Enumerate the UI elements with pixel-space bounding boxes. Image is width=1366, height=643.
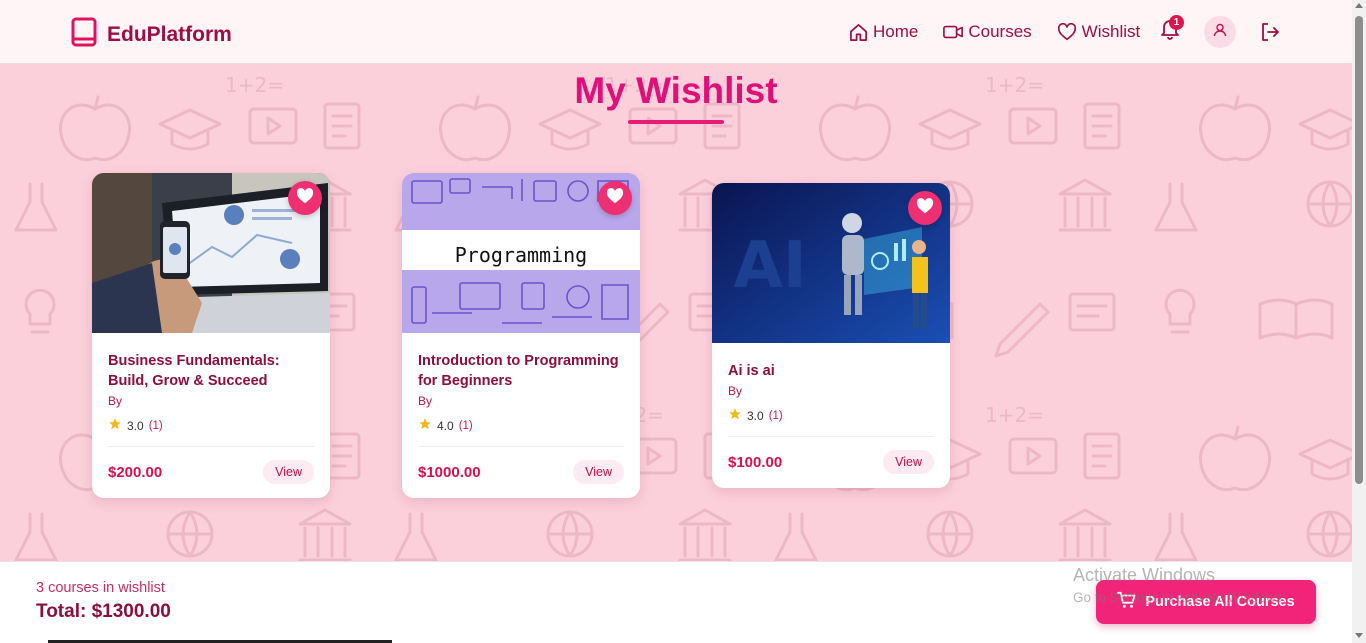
course-card-body: Ai is ai By 3.0 (1) $100.00 View: [712, 343, 950, 487]
brand-title: EduPlatform: [107, 22, 232, 46]
view-course-button[interactable]: View: [263, 460, 314, 484]
course-thumbnail-programming: Programming: [402, 173, 640, 333]
rating-value: 3.0: [127, 418, 144, 433]
heart-filled-icon: [606, 187, 624, 209]
page-title: My Wishlist: [574, 70, 778, 111]
thumbnail-label: AI: [733, 229, 806, 303]
heart-filled-icon: [296, 187, 314, 209]
nav-home-label: Home: [873, 22, 919, 41]
course-thumbnail-ai: AI: [712, 183, 950, 343]
rating-value: 4.0: [437, 418, 454, 433]
remove-wishlist-button[interactable]: [288, 181, 322, 215]
scroll-down-arrow-icon[interactable]: [1355, 633, 1363, 638]
logout-icon: [1260, 23, 1280, 46]
nav-courses-label: Courses: [968, 22, 1032, 41]
course-rating: 4.0 (1): [418, 417, 624, 434]
brand[interactable]: EduPlatform: [71, 17, 232, 52]
rating-count: (1): [458, 419, 473, 432]
nav-wishlist-label: Wishlist: [1081, 22, 1141, 41]
notification-badge: 1: [1169, 15, 1184, 30]
card-footer: $100.00 View: [728, 437, 934, 487]
star-icon: [108, 417, 122, 434]
course-card-body: Business Fundamentals: Build, Grow & Suc…: [92, 333, 330, 497]
course-rating: 3.0 (1): [728, 407, 934, 424]
title-underline: [628, 120, 724, 124]
windows-activation-title: Activate Windows: [1073, 565, 1216, 585]
heart-icon: [1057, 23, 1077, 41]
nav-wishlist[interactable]: Wishlist: [1057, 22, 1141, 42]
card-footer: $1000.00 View: [418, 447, 624, 497]
scroll-up-arrow-icon[interactable]: [1355, 3, 1363, 8]
course-rating: 3.0 (1): [108, 417, 314, 434]
course-card[interactable]: Programming Introduction to Programming …: [402, 173, 640, 498]
course-author: By: [108, 394, 123, 408]
course-card[interactable]: AI Ai is ai By 3.0 (1) $100.00 View: [712, 183, 950, 488]
rating-count: (1): [148, 419, 163, 432]
course-title[interactable]: Ai is ai: [728, 361, 934, 381]
course-price: $100.00: [728, 453, 783, 471]
nav-home[interactable]: Home: [849, 22, 918, 42]
star-icon: [728, 407, 742, 424]
video-icon: [943, 24, 964, 40]
nav-courses[interactable]: Courses: [943, 22, 1032, 42]
rating-value: 3.0: [747, 408, 764, 423]
remove-wishlist-button[interactable]: [598, 181, 632, 215]
home-icon: [849, 23, 868, 42]
star-icon: [418, 417, 432, 434]
notifications-button[interactable]: 1: [1160, 15, 1184, 42]
main-nav: Home Courses Wishlist: [849, 17, 1165, 47]
remove-wishlist-button[interactable]: [908, 191, 942, 225]
course-price: $1000.00: [418, 463, 481, 481]
course-title[interactable]: Business Fundamentals: Build, Grow & Suc…: [108, 351, 314, 391]
rating-count: (1): [768, 409, 783, 422]
view-course-button[interactable]: View: [573, 460, 624, 484]
logout-button[interactable]: [1260, 22, 1280, 42]
view-course-button[interactable]: View: [883, 450, 934, 474]
user-avatar-button[interactable]: [1204, 16, 1236, 48]
top-navbar: EduPlatform Home Courses Wishlist 1: [0, 0, 1352, 64]
heart-filled-icon: [916, 197, 934, 219]
course-card[interactable]: Business Fundamentals: Build, Grow & Suc…: [92, 173, 330, 498]
windows-activation-subtitle: Go to Settings to activate Windows.: [1073, 590, 1287, 605]
page-scrollbar[interactable]: [1352, 0, 1366, 643]
book-logo-icon: [71, 17, 97, 52]
wishlist-total: Total: $1300.00: [36, 601, 171, 622]
thumbnail-label: Programming: [455, 243, 587, 267]
wishlist-count: 3 courses in wishlist: [36, 580, 165, 596]
course-card-body: Introduction to Programming for Beginner…: [402, 333, 640, 497]
course-price: $200.00: [108, 463, 163, 481]
course-author: By: [418, 394, 433, 408]
scroll-thumb[interactable]: [1355, 16, 1363, 484]
course-author: By: [728, 384, 743, 398]
course-title[interactable]: Introduction to Programming for Beginner…: [418, 351, 624, 391]
user-icon: [1213, 23, 1227, 42]
course-thumbnail-business: [92, 173, 330, 333]
card-footer: $200.00 View: [108, 447, 314, 497]
